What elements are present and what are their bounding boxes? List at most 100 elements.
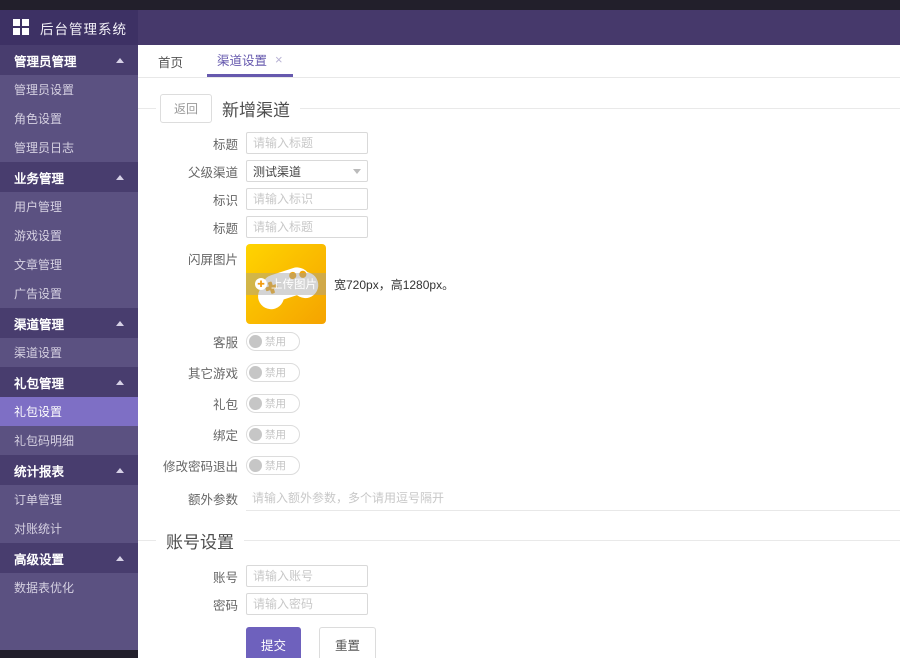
form-row-password: 密码 bbox=[138, 593, 900, 615]
field-label: 标题 bbox=[212, 221, 238, 236]
sidebar-section-channel-mgmt[interactable]: 渠道管理 bbox=[0, 308, 138, 338]
tab-bar: 首页 渠道设置 × bbox=[138, 45, 900, 78]
chevron-down-icon bbox=[353, 168, 361, 174]
collapse-arrow-icon bbox=[116, 320, 124, 326]
reset-button[interactable]: 重置 bbox=[319, 627, 377, 658]
page-header: 返回 新增渠道 bbox=[138, 92, 900, 124]
sidebar-section-stats-reports[interactable]: 统计报表 bbox=[0, 455, 138, 485]
toggle-knob bbox=[249, 396, 262, 410]
upload-overlay: ✚ 上传图片 bbox=[246, 273, 326, 295]
sidebar-section-admin-mgmt[interactable]: 管理员管理 bbox=[0, 45, 138, 75]
collapse-arrow-icon bbox=[116, 379, 124, 385]
toggle-knob bbox=[249, 427, 262, 441]
sidebar-section-label: 渠道管理 bbox=[14, 317, 65, 332]
form-row-giftpack: 礼包 禁用 bbox=[138, 392, 900, 414]
divider-line bbox=[244, 539, 900, 541]
sidebar-item-game-settings[interactable]: 游戏设置 bbox=[0, 221, 138, 250]
binding-toggle[interactable]: 禁用 bbox=[246, 424, 300, 444]
form-row-title1: 标题 bbox=[138, 132, 900, 154]
tab-home[interactable]: 首页 bbox=[148, 45, 193, 77]
select-value: 测试渠道 bbox=[253, 164, 302, 179]
main-panel: 首页 渠道设置 × 返回 新增渠道 标题 父级渠道 测试渠道 标识 bbox=[138, 45, 900, 658]
back-button[interactable]: 返回 bbox=[160, 93, 213, 123]
section-title: 账号设置 bbox=[166, 532, 234, 552]
grid-logo-icon bbox=[13, 19, 30, 36]
sidebar-item-giftcode-details[interactable]: 礼包码明细 bbox=[0, 426, 138, 455]
upload-icon: ✚ bbox=[255, 278, 267, 290]
sidebar-section-label: 业务管理 bbox=[14, 171, 65, 186]
form-row-identifier: 标识 bbox=[138, 188, 900, 210]
password-input[interactable] bbox=[246, 593, 368, 615]
giftpack-toggle[interactable]: 禁用 bbox=[246, 393, 300, 413]
sidebar-item-article-mgmt[interactable]: 文章管理 bbox=[0, 250, 138, 279]
field-label: 其它游戏 bbox=[187, 366, 238, 381]
identifier-input[interactable] bbox=[246, 188, 368, 210]
sidebar-section-business-mgmt[interactable]: 业务管理 bbox=[0, 162, 138, 192]
field-label: 账号 bbox=[212, 570, 238, 585]
form-row-customer-service: 客服 禁用 bbox=[138, 330, 900, 352]
sidebar-section-label: 管理员管理 bbox=[14, 54, 77, 69]
collapse-arrow-icon bbox=[116, 467, 124, 473]
account-input[interactable] bbox=[246, 565, 368, 587]
field-label: 标识 bbox=[212, 193, 238, 208]
title2-input[interactable] bbox=[246, 216, 368, 238]
form-row-change-password-logout: 修改密码退出 禁用 bbox=[138, 454, 900, 476]
parent-channel-select[interactable]: 测试渠道 bbox=[246, 160, 368, 182]
sidebar-section-label: 高级设置 bbox=[14, 552, 65, 567]
sidebar-item-user-mgmt[interactable]: 用户管理 bbox=[0, 192, 138, 221]
divider-line bbox=[138, 539, 156, 541]
collapse-arrow-icon bbox=[116, 174, 124, 180]
upload-label: 上传图片 bbox=[271, 279, 317, 291]
sidebar-section-advanced-settings[interactable]: 高级设置 bbox=[0, 543, 138, 573]
field-label: 闪屏图片 bbox=[187, 253, 238, 267]
collapse-arrow-icon bbox=[116, 57, 124, 63]
toggle-state-label: 禁用 bbox=[265, 397, 286, 410]
sidebar-section-label: 礼包管理 bbox=[14, 376, 65, 391]
divider-line bbox=[138, 107, 156, 109]
title-input[interactable] bbox=[246, 132, 368, 154]
sidebar-item-admin-settings[interactable]: 管理员设置 bbox=[0, 75, 138, 104]
toggle-state-label: 禁用 bbox=[265, 366, 286, 379]
close-icon[interactable]: × bbox=[275, 52, 283, 67]
page-title: 新增渠道 bbox=[222, 100, 291, 120]
field-label: 标题 bbox=[212, 137, 238, 152]
other-games-toggle[interactable]: 禁用 bbox=[246, 362, 300, 382]
form-row-account: 账号 bbox=[138, 565, 900, 587]
submit-button[interactable]: 提交 bbox=[246, 627, 302, 658]
field-label: 客服 bbox=[212, 335, 238, 350]
sidebar-item-reconciliation-stats[interactable]: 对账统计 bbox=[0, 514, 138, 543]
sidebar-section-giftpack-mgmt[interactable]: 礼包管理 bbox=[0, 367, 138, 397]
sidebar-item-table-optimization[interactable]: 数据表优化 bbox=[0, 573, 138, 602]
app-header: 后台管理系统 bbox=[0, 10, 900, 45]
extra-params-input[interactable] bbox=[246, 485, 900, 511]
toggle-state-label: 禁用 bbox=[265, 459, 286, 472]
app-title: 后台管理系统 bbox=[40, 21, 127, 37]
field-label: 礼包 bbox=[212, 397, 238, 412]
field-label: 父级渠道 bbox=[187, 165, 238, 180]
form-row-parent-channel: 父级渠道 测试渠道 bbox=[138, 160, 900, 182]
change-password-logout-toggle[interactable]: 禁用 bbox=[246, 455, 300, 475]
toggle-state-label: 禁用 bbox=[265, 428, 286, 441]
field-label: 密码 bbox=[212, 598, 238, 613]
toggle-knob bbox=[249, 365, 262, 379]
customer-service-toggle[interactable]: 禁用 bbox=[246, 331, 300, 351]
tab-label: 渠道设置 bbox=[217, 54, 268, 68]
sidebar-item-order-mgmt[interactable]: 订单管理 bbox=[0, 485, 138, 514]
sidebar-item-ad-settings[interactable]: 广告设置 bbox=[0, 279, 138, 308]
form-actions: 提交 重置 bbox=[246, 627, 900, 658]
top-dark-strip bbox=[0, 0, 900, 10]
sidebar-item-giftpack-settings[interactable]: 礼包设置 bbox=[0, 397, 138, 426]
divider-line bbox=[300, 107, 900, 109]
sidebar-item-channel-settings[interactable]: 渠道设置 bbox=[0, 338, 138, 367]
splash-image-upload[interactable]: ✚ 上传图片 bbox=[246, 244, 326, 324]
sidebar-bottom-strip bbox=[0, 650, 138, 658]
sidebar-item-admin-logs[interactable]: 管理员日志 bbox=[0, 133, 138, 162]
form-row-title2: 标题 bbox=[138, 216, 900, 238]
sidebar-section-label: 统计报表 bbox=[14, 464, 65, 479]
page-content: 返回 新增渠道 标题 父级渠道 测试渠道 标识 标题 闪屏图片 bbox=[138, 78, 900, 658]
sidebar-item-role-settings[interactable]: 角色设置 bbox=[0, 104, 138, 133]
collapse-arrow-icon bbox=[116, 555, 124, 561]
field-label: 额外参数 bbox=[187, 492, 238, 507]
tab-channel-settings[interactable]: 渠道设置 × bbox=[207, 45, 293, 77]
form-row-other-games: 其它游戏 禁用 bbox=[138, 361, 900, 383]
